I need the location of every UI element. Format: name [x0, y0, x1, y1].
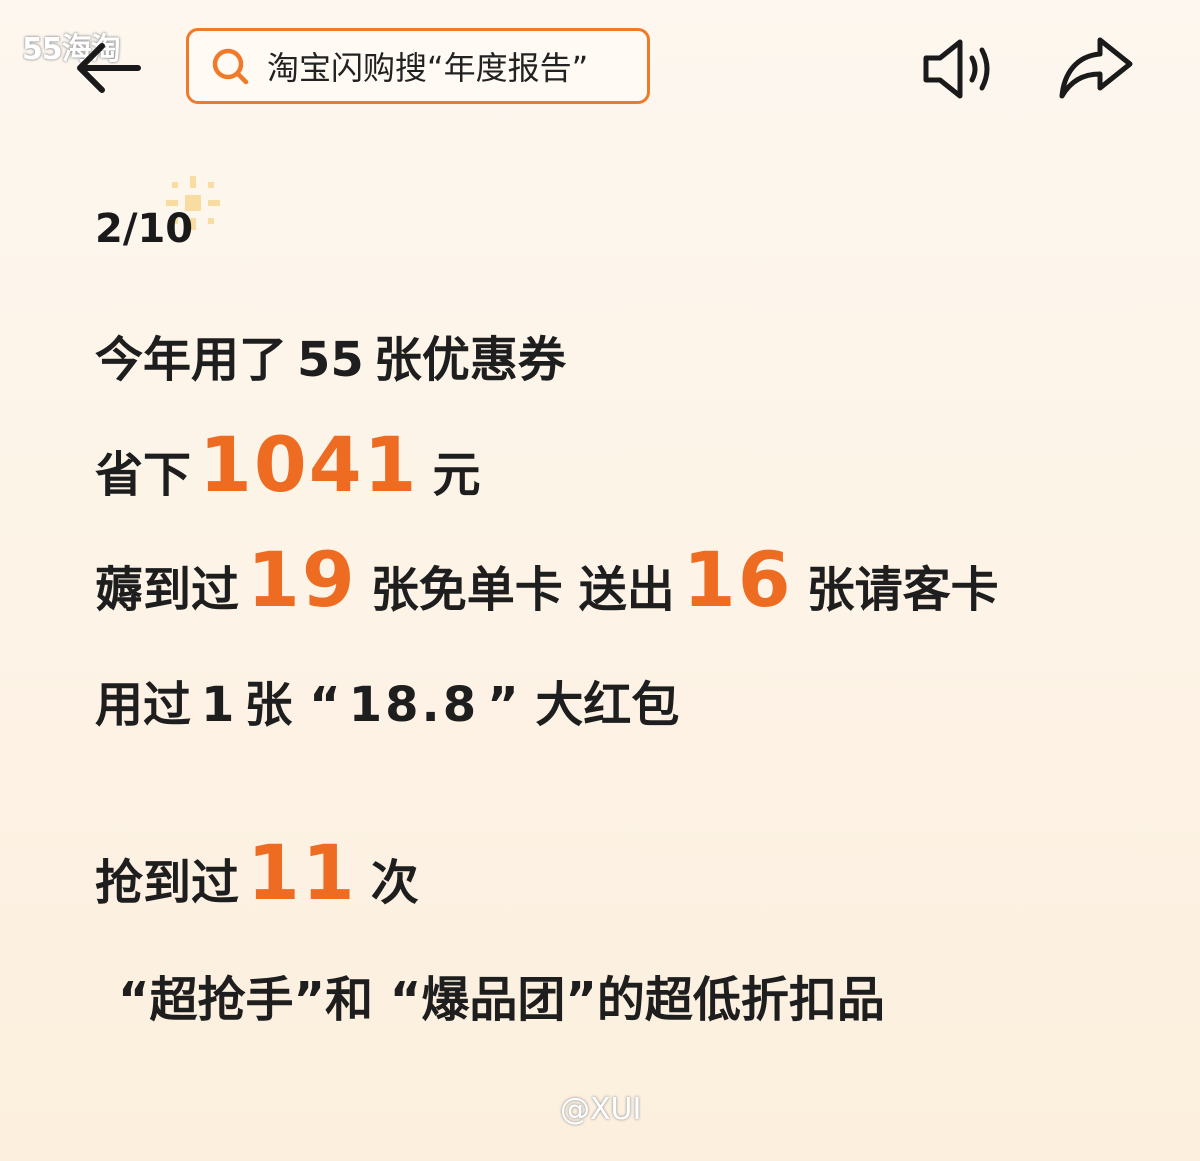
search-bar[interactable]: 淘宝闪购搜“年度报告” [186, 28, 650, 104]
share-button[interactable] [1056, 34, 1136, 102]
watermark-bottom: @XUI [560, 1092, 642, 1127]
sound-icon [923, 39, 990, 99]
treat-card-count: 16 [682, 535, 793, 624]
red-packet-prefix: 用过 [95, 677, 192, 733]
savings-suffix: 元 [432, 447, 481, 503]
back-arrow-icon [77, 43, 141, 93]
coupon-line: 今年用了 55 张优惠券 [95, 320, 566, 390]
red-packet-line: 用过 1 张 “ 18.8 ” 大红包 [95, 665, 679, 735]
savings-line: 省下 1041 元 [95, 420, 481, 509]
red-packet-value: 18.8 [348, 677, 480, 733]
discount-line: “超抢手”和 “爆品团”的超低折扣品 [118, 960, 885, 1030]
red-packet-mid: 张 “ [244, 677, 341, 733]
back-button[interactable] [72, 38, 144, 98]
share-icon [1059, 37, 1133, 99]
red-packet-suffix: ” 大红包 [487, 677, 680, 733]
coupon-prefix: 今年用了 [95, 332, 288, 388]
cards-line: 薅到过 19 张免单卡 送出 16 张请客卡 [95, 535, 999, 624]
page-indicator: 2/10 [95, 206, 194, 252]
red-packet-count: 1 [201, 677, 235, 733]
sound-button[interactable] [920, 36, 1000, 102]
coupon-count: 55 [297, 332, 364, 388]
grab-times: 11 [247, 828, 357, 917]
savings-prefix: 省下 [95, 447, 192, 503]
savings-amount: 1041 [199, 420, 419, 509]
grab-line: 抢到过 11 次 [95, 828, 419, 917]
search-text: 淘宝闪购搜“年度报告” [267, 49, 589, 87]
discount-text: “超抢手”和 “爆品团”的超低折扣品 [118, 972, 885, 1028]
free-card-label: 张免单卡 [370, 562, 563, 618]
coupon-suffix: 张优惠券 [373, 332, 566, 388]
grab-suffix: 次 [370, 855, 419, 911]
free-card-count: 19 [247, 535, 357, 624]
treat-card-prefix: 送出 [578, 562, 675, 618]
grab-prefix: 抢到过 [95, 855, 240, 911]
free-card-prefix: 薅到过 [95, 562, 240, 618]
treat-card-label: 张请客卡 [806, 562, 999, 618]
search-icon [212, 48, 249, 85]
